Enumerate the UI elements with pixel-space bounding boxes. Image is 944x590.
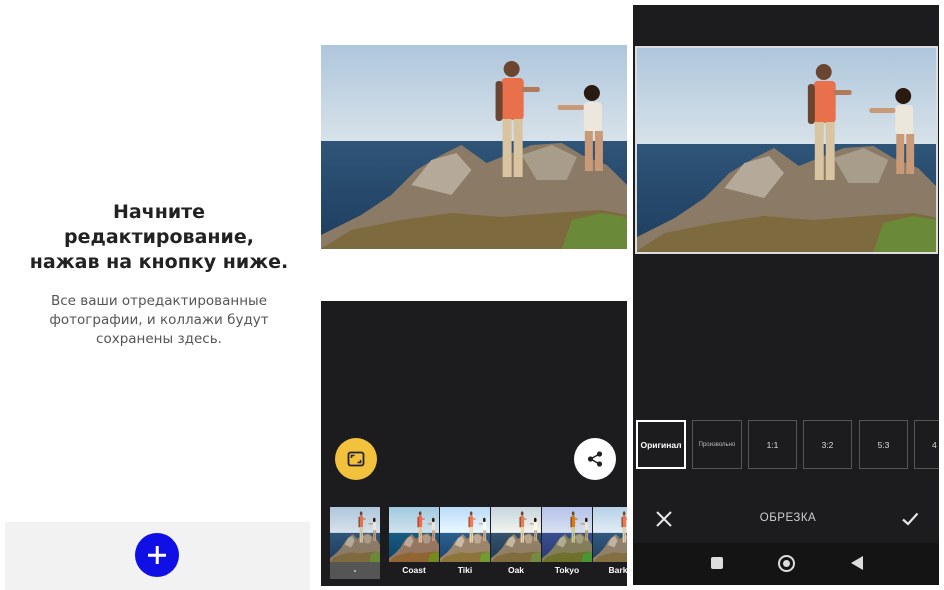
filter-label: Bark xyxy=(608,565,627,575)
close-icon[interactable] xyxy=(653,508,675,530)
ratio-label: 1:1 xyxy=(766,439,779,450)
check-icon[interactable] xyxy=(900,509,920,529)
filter-bark[interactable]: Bark xyxy=(593,507,627,579)
app-collage: Начните редактирование, нажав на кнопку … xyxy=(0,0,944,590)
edited-photo xyxy=(321,45,627,249)
ratio-free[interactable]: Произвольно xyxy=(692,420,742,469)
filter-thumbnail xyxy=(491,507,541,562)
filter-label: Oak xyxy=(507,565,525,575)
ratio-more[interactable]: 4 xyxy=(914,420,939,469)
empty-state-screen: Начните редактирование, нажав на кнопку … xyxy=(0,0,318,590)
empty-state-subtitle: Все ваши отредактированные фотографии, и… xyxy=(0,292,318,349)
title-line: Начните xyxy=(112,201,206,223)
photo-scene xyxy=(321,45,627,249)
home-circle-icon[interactable] xyxy=(778,555,795,572)
filter-label: Tiki xyxy=(457,565,473,575)
ratio-label: 3:2 xyxy=(821,439,834,450)
crop-frame-handle[interactable] xyxy=(635,46,938,254)
filter-thumbnail xyxy=(389,507,439,562)
filter-label: Coast xyxy=(402,565,426,575)
filter-coast[interactable]: Coast xyxy=(389,507,439,579)
filter-none[interactable]: - xyxy=(330,507,380,579)
filter-thumbnail xyxy=(440,507,490,562)
recents-square-icon[interactable] xyxy=(711,557,723,569)
subtitle-line: сохранены здесь. xyxy=(96,331,222,347)
ratio-label: 4 xyxy=(932,439,937,450)
filter-thumbnail xyxy=(330,507,380,562)
filter-tiki[interactable]: Tiki xyxy=(440,507,490,579)
filter-label: Tokyo xyxy=(554,565,580,575)
filter-label: - xyxy=(330,562,380,579)
empty-state-title: Начните редактирование, нажав на кнопку … xyxy=(0,200,318,275)
add-photo-button[interactable] xyxy=(135,533,179,577)
filter-tokyo[interactable]: Tokyo xyxy=(542,507,592,579)
filter-thumbnail xyxy=(593,507,627,562)
share-button[interactable] xyxy=(574,438,616,480)
crop-title: ОБРЕЗКА xyxy=(759,512,817,524)
filter-oak[interactable]: Oak xyxy=(491,507,541,579)
aspect-ratio-icon xyxy=(347,451,365,467)
ratio-5-3[interactable]: 5:3 xyxy=(859,420,908,469)
ratio-label: Оригинал xyxy=(640,439,682,450)
title-line: редактирование, xyxy=(64,226,254,248)
ratio-label: 5:3 xyxy=(877,439,890,450)
share-icon xyxy=(587,451,603,467)
filter-thumbnail xyxy=(542,507,592,562)
ratio-1-1[interactable]: 1:1 xyxy=(748,420,797,469)
ratio-original[interactable]: Оригинал xyxy=(636,420,686,469)
subtitle-line: фотографии, и коллажи будут xyxy=(49,312,269,328)
title-line: нажав на кнопку ниже. xyxy=(29,251,289,273)
ratio-3-2[interactable]: 3:2 xyxy=(803,420,852,469)
back-triangle-icon[interactable] xyxy=(851,556,863,570)
subtitle-line: Все ваши отредактированные xyxy=(51,293,267,309)
ratio-label: Произвольно xyxy=(698,441,736,448)
fit-aspect-button[interactable] xyxy=(335,438,377,480)
